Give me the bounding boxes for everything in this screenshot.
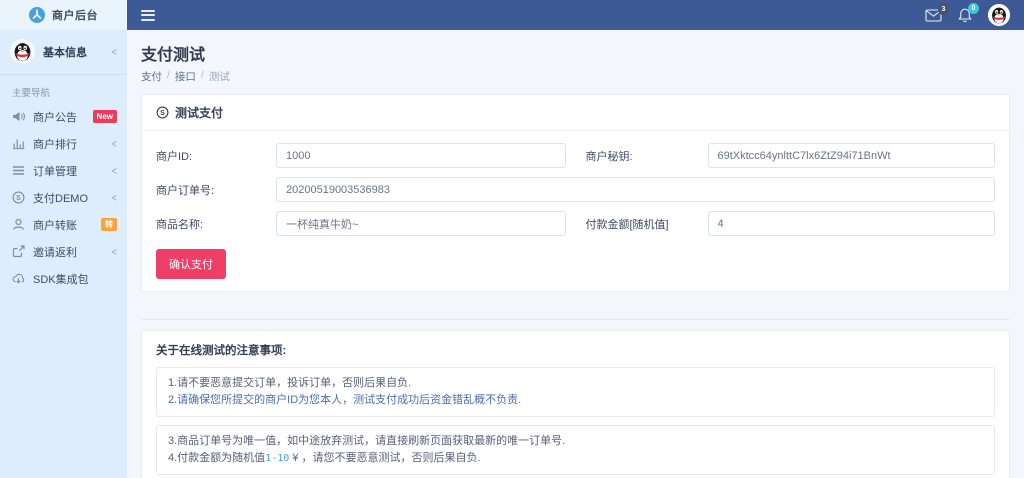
note-line-3: 3.商品订单号为唯一值，如中途放弃测试，请直接刷新页面获取最新的唯一订单号.	[168, 435, 566, 448]
amount-range-code: 1-10	[265, 453, 290, 465]
sidebar-item-pay-demo[interactable]: S 支付DEMO <	[0, 184, 127, 211]
card-body: 商户ID: 商户秘钥: 商户订单号:	[142, 131, 1009, 291]
brand-title: 商户后台	[52, 10, 98, 22]
sidebar-item-merchant-ranking[interactable]: 商户排行 <	[0, 130, 127, 157]
svg-text:S: S	[16, 195, 21, 202]
person-icon	[12, 218, 25, 231]
brand[interactable]: 商户后台	[0, 0, 127, 30]
notes-box-2: 3.商品订单号为唯一值，如中途放弃测试，请直接刷新页面获取最新的唯一订单号. 4…	[156, 425, 995, 476]
megaphone-icon	[12, 110, 25, 123]
form-row: 商户ID: 商户秘钥:	[156, 143, 995, 168]
transfer-badge: 转	[101, 218, 117, 231]
order-no-field[interactable]	[276, 177, 995, 202]
test-payment-card: S 测试支付 商户ID: 商户秘钥:	[141, 94, 1010, 292]
svg-text:S: S	[160, 110, 165, 117]
sidebar: 商户后台 基本信息 < 主要导航 商户公告 New 商户排行 < 订单管理 < …	[0, 0, 127, 478]
card-title: 测试支付	[175, 106, 224, 120]
notifications-button[interactable]: 0	[958, 2, 979, 23]
order-no-group: 商户订单号:	[156, 177, 995, 202]
page-content: 支付测试 支付 / 接口 / 测试 S 测试支付 商户ID: 1000 商户秘钥…	[127, 30, 1024, 478]
sidebar-item-order-management[interactable]: 订单管理 <	[0, 157, 127, 184]
main-area: 3 0 支付测试 支付 / 接口 / 测试 S 测试支付 商户ID: 1000 …	[127, 0, 1024, 478]
notes-box-1: 1.请不要恶意提交订单，投诉订单，否则后果自负. 2.请确保您所提交的商户ID为…	[156, 367, 995, 418]
merchant-key-field[interactable]	[707, 143, 995, 168]
note-line-1: 1.请不要恶意提交订单，投诉订单，否则后果自负.	[168, 377, 412, 389]
page-title: 支付测试	[141, 47, 206, 64]
product-name-label: 商品名称:	[156, 218, 204, 231]
sidebar-item-announcements[interactable]: 商户公告 New	[0, 103, 127, 130]
chevron-left-icon: <	[111, 45, 117, 58]
topbar-right: 3 0	[925, 2, 1010, 26]
sidebar-item-label: 商户排行	[33, 138, 77, 151]
section-divider	[141, 319, 1010, 320]
menu-toggle-icon[interactable]	[141, 9, 155, 21]
sidebar-item-merchant-transfer[interactable]: 商户转账 转	[0, 211, 127, 238]
amount-field[interactable]	[707, 211, 995, 236]
sidebar-item-label: 订单管理	[33, 165, 77, 178]
notification-count-badge: 0	[968, 2, 979, 14]
chevron-left-icon: <	[111, 191, 117, 204]
sidebar-item-label: 邀请返利	[33, 246, 77, 259]
new-badge: New	[92, 110, 117, 123]
list-icon	[12, 164, 25, 177]
confirm-payment-button[interactable]: 确认支付	[156, 249, 226, 279]
breadcrumb-separator: /	[200, 69, 204, 81]
note-line-2: 2.请确保您所提交的商户ID为您本人，测试支付成功后资金错乱概不负责.	[168, 394, 522, 407]
mail-count-badge: 3	[938, 3, 949, 15]
card-header: S 测试支付	[142, 95, 1009, 131]
circled-s-icon: S	[12, 191, 25, 204]
notes-card: 关于在线测试的注意事项: 1.请不要恶意提交订单，投诉订单，否则后果自负. 2.…	[141, 330, 1010, 478]
sidebar-nav: 商户公告 New 商户排行 < 订单管理 < S 支付DEMO < 商户转账 转…	[0, 103, 127, 292]
amount-group: 付款金额[随机值]	[585, 211, 995, 236]
product-name-group: 商品名称:	[156, 211, 566, 236]
form-row: 商户订单号:	[156, 177, 995, 202]
note-line-4: 4.付款金额为随机值1-10 ¥ ，请您不要恶意测试，否则后果自负.	[168, 452, 481, 465]
brand-logo-icon	[29, 7, 45, 23]
chevron-left-icon: <	[111, 137, 117, 150]
chevron-left-icon: <	[111, 245, 117, 258]
sidebar-item-label: SDK集成包	[33, 273, 89, 286]
share-icon	[12, 245, 25, 258]
breadcrumb-separator: /	[167, 69, 170, 81]
breadcrumb-interface[interactable]: 接口	[175, 69, 196, 84]
merchant-id-field[interactable]	[276, 143, 566, 168]
sidebar-section-label: 主要导航	[12, 88, 51, 99]
breadcrumb-current: 测试	[208, 71, 230, 83]
notes-header: 关于在线测试的注意事项:	[156, 345, 287, 357]
merchant-key-group: 商户秘钥:	[585, 143, 995, 168]
sidebar-item-label: 商户转账	[33, 219, 77, 232]
merchant-key-label: 商户秘钥:	[585, 150, 633, 163]
user-name: 基本信息	[43, 46, 87, 59]
profile-avatar[interactable]	[988, 4, 1010, 26]
breadcrumb: 支付 / 接口 / 测试	[141, 69, 1010, 84]
form-row: 商品名称: 付款金额[随机值]	[156, 211, 995, 236]
merchant-id-label: 商户ID:	[156, 150, 193, 163]
sidebar-user-panel[interactable]: 基本信息 <	[0, 30, 127, 75]
amount-label: 付款金额[随机值]	[585, 218, 669, 231]
product-name-field[interactable]	[276, 211, 566, 236]
bar-chart-icon	[12, 137, 25, 150]
topbar: 3 0	[127, 0, 1024, 30]
breadcrumb-pay[interactable]: 支付	[141, 69, 162, 84]
app-root: 商户后台 基本信息 < 主要导航 商户公告 New 商户排行 < 订单管理 < …	[0, 0, 1024, 478]
circled-s-icon: S	[156, 106, 169, 119]
sidebar-item-label: 商户公告	[33, 111, 77, 124]
user-avatar	[10, 39, 35, 64]
sidebar-item-sdk-package[interactable]: SDK集成包	[0, 265, 127, 292]
sidebar-item-invite-rebate[interactable]: 邀请返利 <	[0, 238, 127, 265]
cloud-download-icon	[12, 272, 25, 285]
order-no-label: 商户订单号:	[156, 184, 215, 197]
sidebar-item-label: 支付DEMO	[33, 192, 88, 205]
chevron-left-icon: <	[111, 164, 117, 177]
merchant-id-group: 商户ID:	[156, 143, 566, 168]
messages-button[interactable]: 3	[925, 3, 949, 22]
